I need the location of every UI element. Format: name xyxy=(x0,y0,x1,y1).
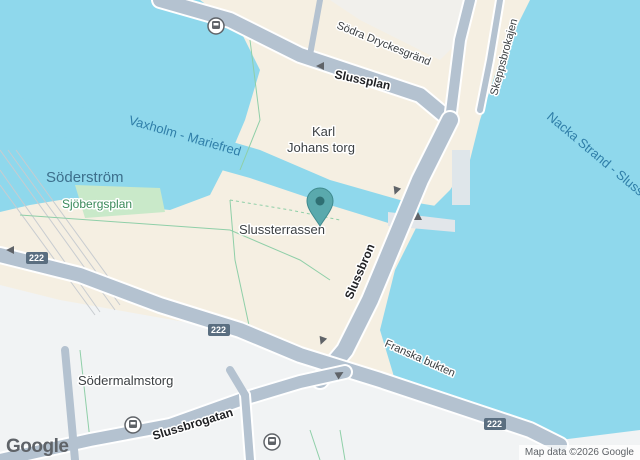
map-attribution[interactable]: Map data ©2026 Google xyxy=(518,445,640,460)
svg-text:222: 222 xyxy=(29,253,44,263)
label-sjobergsplan: Sjöbergsplan xyxy=(62,197,132,211)
metro-station-icon[interactable] xyxy=(124,416,142,434)
svg-text:222: 222 xyxy=(487,419,502,429)
label-johans-torg: Johans torg xyxy=(287,140,355,155)
google-logo: Google xyxy=(6,436,69,457)
label-sodermalmstorg: Södermalmstorg xyxy=(78,373,173,388)
map-canvas[interactable]: Vaxholm - Mariefred Nacka Strand - Sluss… xyxy=(0,0,640,460)
label-soderstrom: Söderström xyxy=(46,169,124,186)
route-badge-222: 222 xyxy=(484,418,506,430)
route-badge-222: 222 xyxy=(208,324,230,336)
svg-text:222: 222 xyxy=(211,325,226,335)
label-karl: Karl xyxy=(312,124,335,139)
metro-station-icon[interactable] xyxy=(207,17,225,35)
metro-station-icon[interactable] xyxy=(263,433,281,451)
route-badge-222: 222 xyxy=(26,252,48,264)
quay-pier xyxy=(452,150,470,205)
label-slussterrassen: Slussterrassen xyxy=(239,222,325,237)
